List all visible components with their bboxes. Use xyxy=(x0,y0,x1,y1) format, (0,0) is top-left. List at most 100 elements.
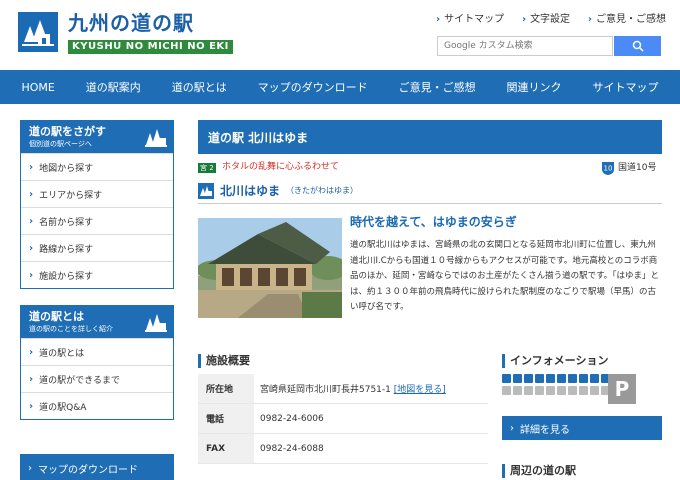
feedback-link[interactable]: › ご意見・ご感想 xyxy=(588,14,666,26)
shop-icon xyxy=(535,374,544,383)
phone-value: 0982-24-6006 xyxy=(260,413,324,424)
site-subtitle: KYUSHU NO MICHI NO EKI xyxy=(68,40,233,54)
wifi-icon xyxy=(579,374,588,383)
sidebar-map-download-label: マップのダウンロード xyxy=(38,464,138,476)
sidebar-item-area-search[interactable]: › エリアから探す xyxy=(21,180,173,207)
svg-text:P: P xyxy=(615,377,630,401)
search-input[interactable] xyxy=(437,36,613,56)
museum-icon xyxy=(535,386,544,395)
rest-area-icon xyxy=(568,386,577,395)
bath-icon xyxy=(513,386,522,395)
facility-icons: P xyxy=(502,374,662,408)
catch-small: ホタルの乱舞に心ふるわせて xyxy=(222,162,340,172)
route-number: 10 xyxy=(604,165,613,173)
facility-row-phone: 電話 0982-24-6006 xyxy=(198,404,488,434)
meta-row: 宮 2 ホタルの乱舞に心ふるわせて 10 国道10号 xyxy=(198,160,662,178)
sidebar-item-label: 施設から探す xyxy=(39,271,94,282)
sidebar-item-label: 地図から探す xyxy=(39,163,94,174)
station-name: 北川はゆま xyxy=(220,184,281,198)
atm-icon xyxy=(568,374,577,383)
detail-button-label: 詳細を見る xyxy=(520,424,570,436)
font-settings-link[interactable]: › 文字設定 xyxy=(522,14,570,26)
info-title: インフォメーション xyxy=(502,354,662,368)
chevron-right-icon: › xyxy=(29,373,34,385)
chevron-right-icon: › xyxy=(28,462,32,474)
sidebar: 道の駅をさがす 個別道の駅ページへ › 地図から探す › エリアから探す › 名前から… xyxy=(20,120,174,480)
sidebar-item-label: 道の駅ができるまで xyxy=(39,375,120,386)
sidebar-map-download[interactable]: › マップのダウンロード xyxy=(20,454,174,480)
about-station-header: 道の駅とは 道の駅のことを詳しく紹介 xyxy=(21,306,173,338)
station-building-icon xyxy=(145,314,167,332)
sidebar-item-map-search[interactable]: › 地図から探す xyxy=(21,153,173,180)
page-title: 道の駅 北川はゆま xyxy=(198,120,662,154)
sidebar-item-route-search[interactable]: › 路線から探す xyxy=(21,234,173,261)
ev-charger-icon xyxy=(590,374,599,383)
chevron-right-icon: › xyxy=(510,422,514,434)
nearby-section: 周辺の道の駅 xyxy=(502,464,662,480)
chevron-right-icon: › xyxy=(587,14,592,25)
search-button[interactable] xyxy=(614,36,661,56)
facility-section: 施設概要 所在地 宮崎県延岡市北川町長井5751-1 [地図を見る] 電話 09… xyxy=(198,354,488,464)
chevron-right-icon: › xyxy=(29,269,34,281)
nav-station-guide[interactable]: 道の駅案内 xyxy=(86,79,141,95)
nav-map-download[interactable]: マップのダウンロード xyxy=(258,79,368,95)
nav-about[interactable]: 道の駅とは xyxy=(172,79,227,95)
info-section: インフォメーション P › 詳細を見る xyxy=(502,354,662,440)
about-station-box: 道の駅とは 道の駅のことを詳しく紹介 › 道の駅とは › 道の駅ができるまで › 道の… xyxy=(20,305,174,420)
site-logo-icon[interactable] xyxy=(18,12,58,52)
search-station-box: 道の駅をさがす 個別道の駅ページへ › 地図から探す › エリアから探す › 名前から… xyxy=(20,120,174,289)
route-shield-icon: 10 xyxy=(602,162,614,175)
chevron-right-icon: › xyxy=(521,14,527,25)
chevron-right-icon: › xyxy=(29,188,34,200)
sidebar-item-facility-search[interactable]: › 施設から探す xyxy=(21,261,173,288)
fax-label: FAX xyxy=(198,434,254,463)
address-label: 所在地 xyxy=(198,374,254,403)
chevron-right-icon: › xyxy=(29,242,34,254)
nav-links[interactable]: 関連リンク xyxy=(507,79,562,95)
sidebar-item-label: エリアから探す xyxy=(39,190,103,201)
sidebar-item-label: 道の駅Q&A xyxy=(39,402,87,413)
bicycle-icon xyxy=(590,386,599,395)
nav-home[interactable]: HOME xyxy=(21,81,54,94)
station-heading: 北川はゆま （きたがわはゆま） xyxy=(198,182,662,204)
detail-button[interactable]: › 詳細を見る xyxy=(502,416,662,440)
address-text: 宮崎県延岡市北川町長井5751-1 xyxy=(260,385,391,395)
feedback-link-label: ご意見・ご感想 xyxy=(596,14,666,25)
park-icon xyxy=(524,386,533,395)
fax-value: 0982-24-6088 xyxy=(260,443,324,454)
camp-icon xyxy=(546,386,555,395)
gas-station-icon xyxy=(557,386,566,395)
accessible-restroom-icon xyxy=(513,374,522,383)
station-building-icon xyxy=(145,129,167,147)
site-title[interactable]: 九州の道の駅 xyxy=(68,10,194,36)
info-desk-icon xyxy=(546,374,555,383)
sidebar-item-label: 路線から探す xyxy=(39,244,94,255)
station-building-icon xyxy=(198,182,214,199)
sidebar-item-name-search[interactable]: › 名前から探す xyxy=(21,207,173,234)
address-value: 宮崎県延岡市北川町長井5751-1 [地図を見る] xyxy=(254,382,446,395)
chevron-right-icon: › xyxy=(29,161,34,173)
experience-icon xyxy=(579,386,588,395)
restroom-icon xyxy=(502,374,511,383)
route-label: 国道10号 xyxy=(618,163,657,173)
chevron-right-icon: › xyxy=(29,346,34,358)
phone-label: 電話 xyxy=(198,404,254,433)
parking-icon: P xyxy=(608,374,636,404)
hotel-icon xyxy=(502,386,511,395)
map-link[interactable]: [地図を見る] xyxy=(394,385,446,395)
sidebar-item-history[interactable]: › 道の駅ができるまで xyxy=(21,365,173,392)
facility-title: 施設概要 xyxy=(198,354,488,368)
route-badge: 宮 2 xyxy=(198,163,216,173)
sidebar-item-about[interactable]: › 道の駅とは xyxy=(21,338,173,365)
main-content: 道の駅 北川はゆま 宮 2 ホタルの乱舞に心ふるわせて 10 国道10号 北川は… xyxy=(198,120,662,478)
chevron-right-icon: › xyxy=(436,14,441,25)
nav-feedback[interactable]: ご意見・ご感想 xyxy=(399,79,476,95)
baby-room-icon xyxy=(557,374,566,383)
catch-title: 時代を越えて、はゆまの安らぎ xyxy=(350,215,517,229)
nav-sitemap[interactable]: サイトマップ xyxy=(592,79,658,95)
sidebar-item-label: 名前から探す xyxy=(39,217,94,228)
station-photo xyxy=(198,218,342,318)
sitemap-link[interactable]: › サイトマップ xyxy=(436,14,504,26)
chevron-right-icon: › xyxy=(29,400,34,412)
sidebar-item-qa[interactable]: › 道の駅Q&A xyxy=(21,392,173,419)
